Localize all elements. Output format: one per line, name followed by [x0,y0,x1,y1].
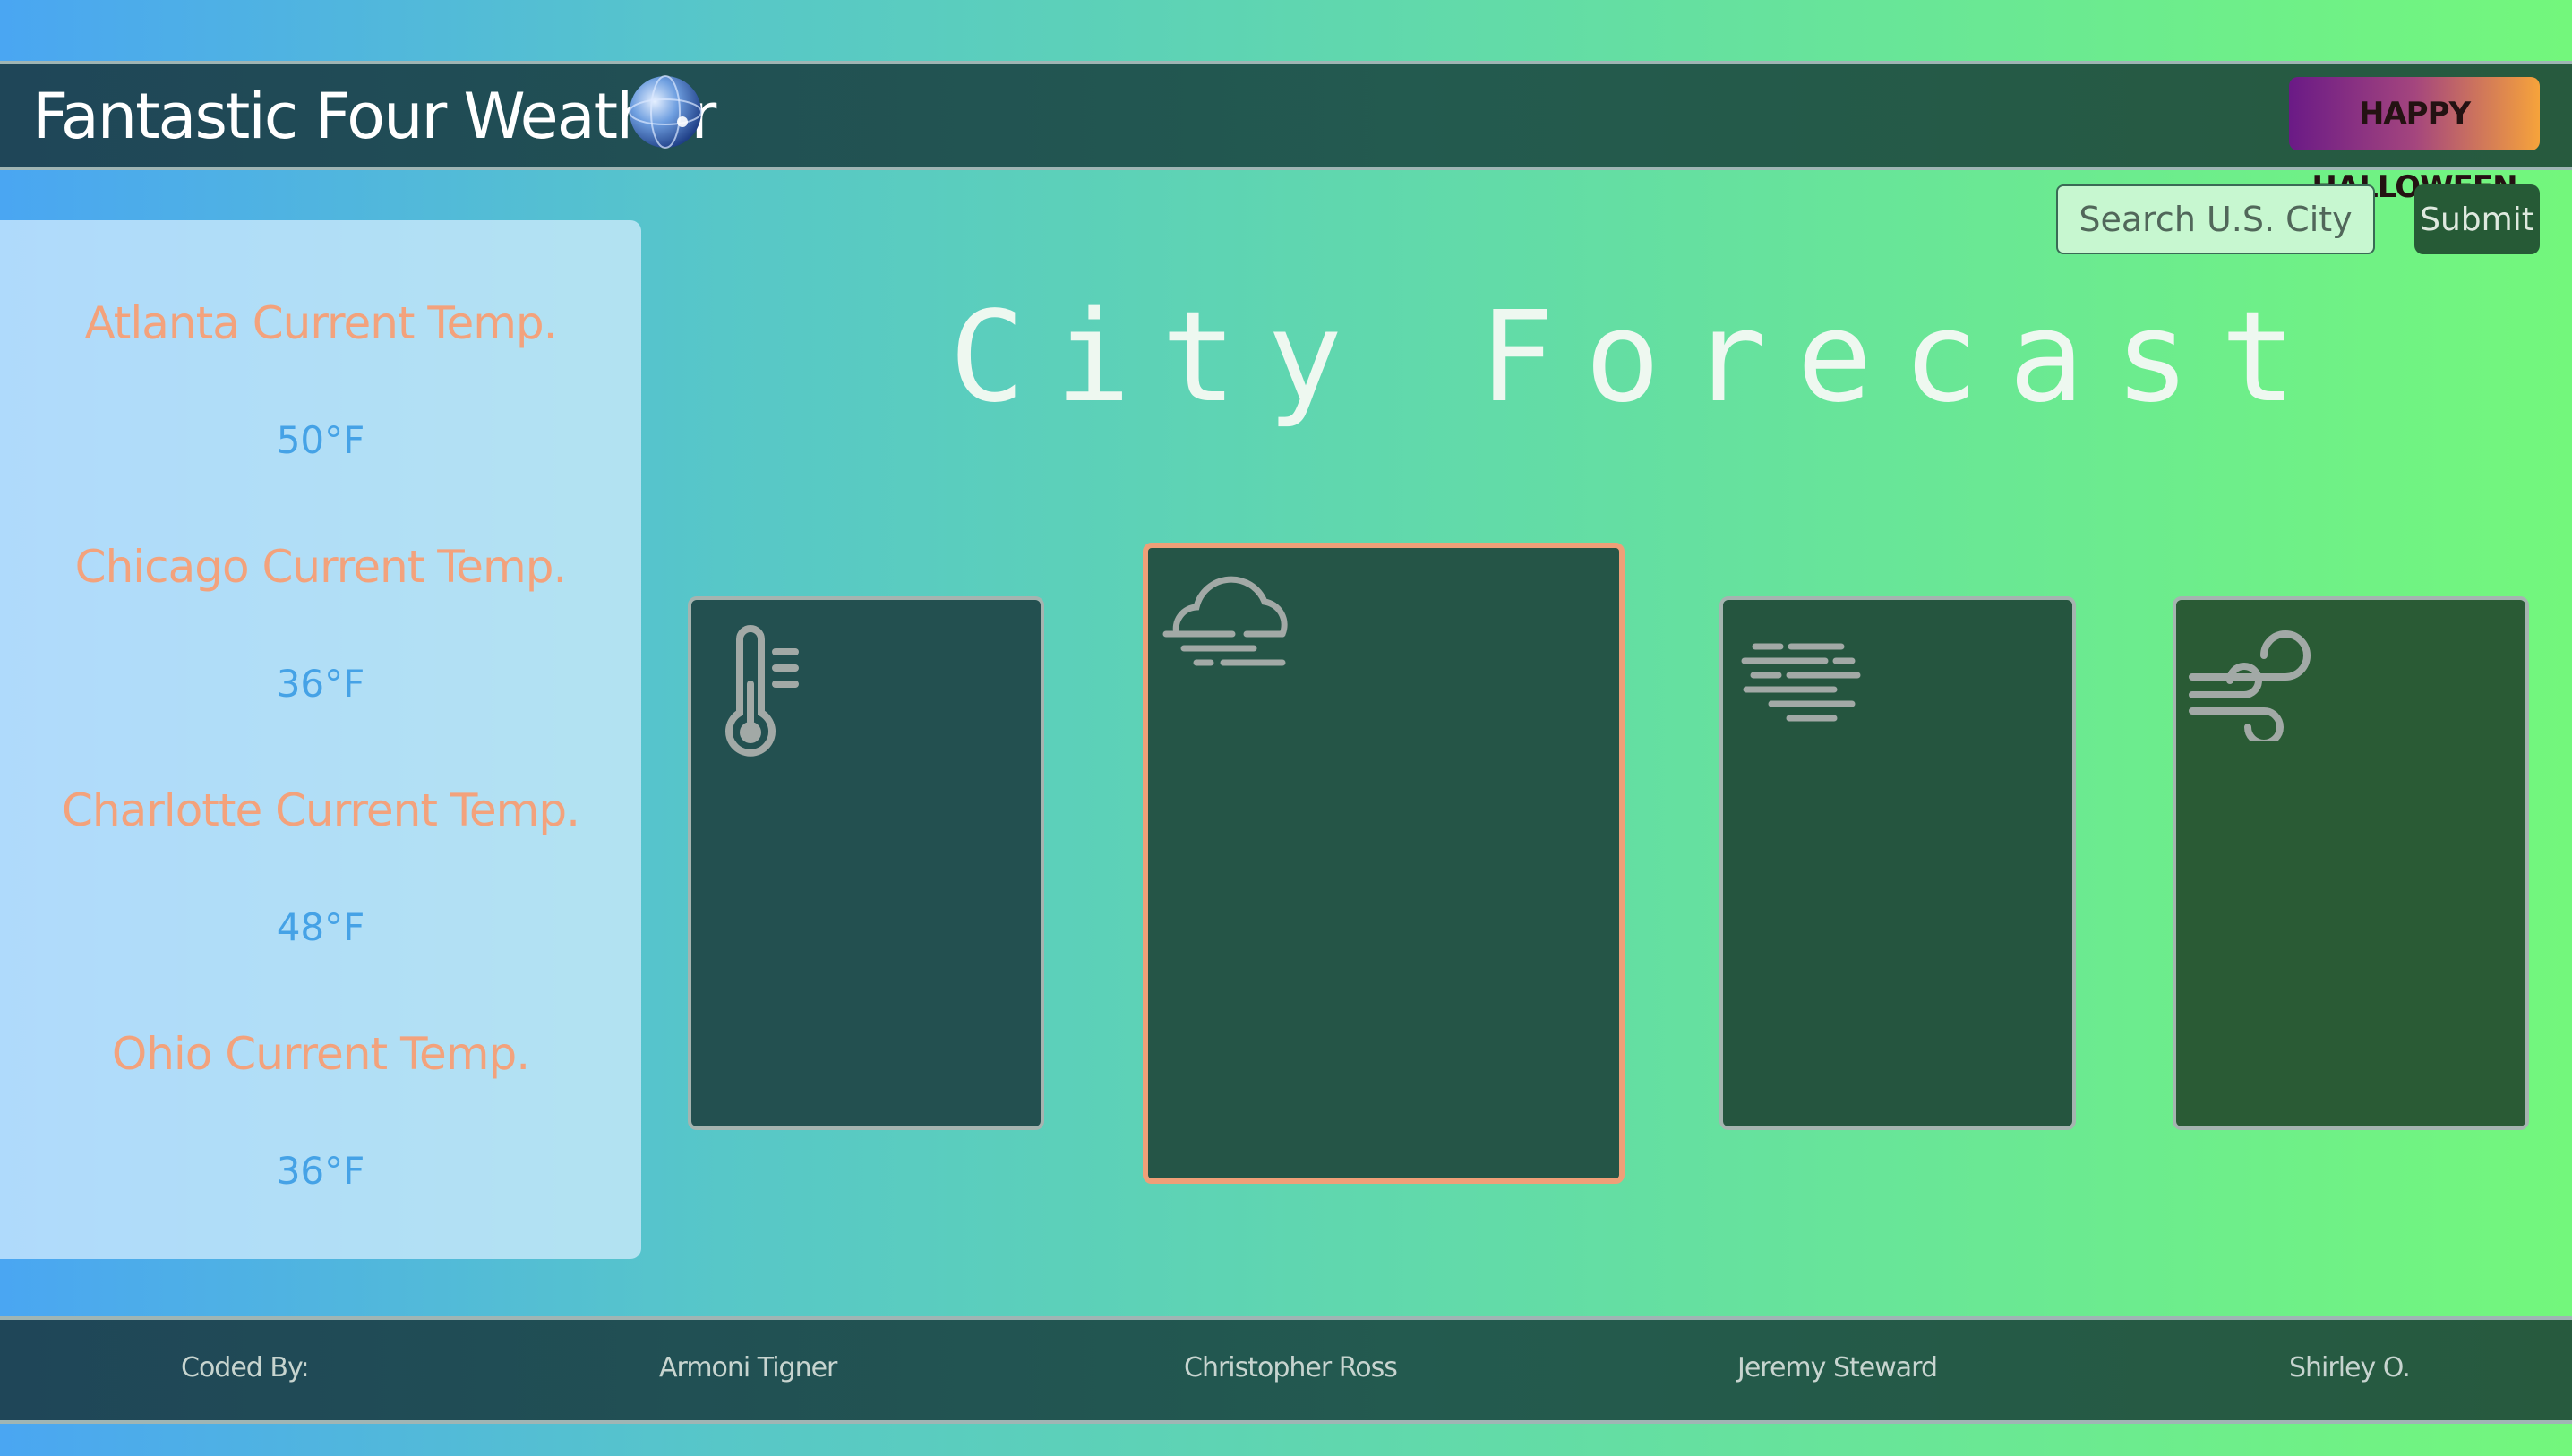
author-name: Armoni Tigner [659,1352,837,1383]
forecast-card-haze[interactable] [1719,596,2076,1130]
submit-button[interactable]: Submit [2414,184,2540,254]
coded-by-label: Coded By: [181,1352,310,1383]
city-temp-value: 36°F [276,1149,365,1193]
city-temp-value: 36°F [276,662,365,706]
halloween-banner: HAPPY HALLOWEEN [2289,77,2540,205]
globe-icon [629,75,702,149]
current-temps-sidebar: Atlanta Current Temp. 50°F Chicago Curre… [0,220,641,1259]
author-name: Shirley O. [2289,1352,2411,1383]
cloud-fog-icon [1162,576,1288,666]
city-temp-ohio: Ohio Current Temp. 36°F [0,1023,641,1198]
author-name: Jeremy Steward [1737,1352,1938,1383]
city-label: Charlotte Current Temp. [62,784,580,836]
city-temp-chicago: Chicago Current Temp. 36°F [0,535,641,711]
forecast-card-cloudy[interactable] [1143,543,1625,1184]
city-temp-charlotte: Charlotte Current Temp. 48°F [0,779,641,955]
city-label: Chicago Current Temp. [74,541,568,593]
top-navbar: Fantastic Four Weather HAPPY HALLOWEEN [0,61,2572,205]
forecast-card-wind[interactable] [2173,596,2529,1130]
thermometer-icon [725,625,799,757]
city-search-input[interactable] [2056,184,2375,254]
city-temp-value: 48°F [276,905,365,949]
city-temp-value: 50°F [276,418,365,462]
haze-icon [1741,643,1861,722]
city-label: Ohio Current Temp. [111,1028,530,1080]
page-title: City Forecast [949,285,2327,431]
author-name: Christopher Ross [1184,1352,1398,1383]
city-temp-atlanta: Atlanta Current Temp. 50°F [0,292,641,467]
forecast-card-temperature[interactable] [688,596,1044,1130]
wind-icon [2189,630,2311,741]
city-label: Atlanta Current Temp. [84,297,557,349]
app-title[interactable]: Fantastic Four Weather [32,81,716,152]
footer: Coded By: Armoni Tigner Christopher Ross… [0,1316,2572,1424]
